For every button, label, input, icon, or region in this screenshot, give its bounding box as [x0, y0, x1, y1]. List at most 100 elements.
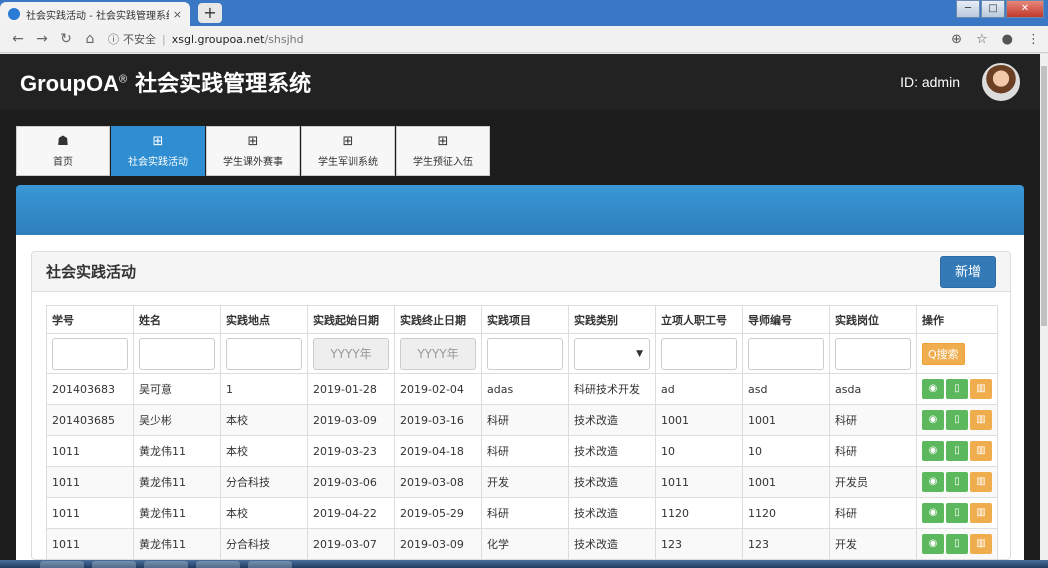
taskbar-item[interactable] [144, 561, 188, 568]
taskbar-item[interactable] [40, 561, 84, 568]
url-field[interactable]: ⓘ 不安全 | xsgl.groupoa.net /shsjhd [108, 31, 937, 47]
search-button[interactable]: Q搜索 [922, 342, 965, 365]
column-header: 立项人职工号 [655, 305, 743, 334]
os-taskbar [0, 560, 1048, 568]
column-header: 实践起始日期 [307, 305, 395, 334]
filter-category-select[interactable]: ▼ [574, 337, 650, 370]
forward-icon[interactable]: → [32, 31, 52, 47]
delete-trash-icon[interactable]: ▥ [970, 410, 992, 430]
tab-military-training[interactable]: ⊞ 学生军训系统 [301, 126, 395, 176]
tab-label: 学生军训系统 [318, 157, 378, 168]
delete-trash-icon[interactable]: ▥ [970, 534, 992, 554]
table-cell: 本校 [220, 497, 308, 529]
minimize-icon[interactable]: ─ [956, 0, 980, 18]
brand-logo[interactable]: GroupOA® 社会实践管理系统 [20, 66, 311, 98]
table-cell: 2019-02-04 [394, 373, 482, 405]
back-icon[interactable]: ← [8, 31, 28, 47]
table-cell: 技术改造 [568, 404, 656, 436]
taskbar-item[interactable] [92, 561, 136, 568]
delete-trash-icon[interactable]: ▥ [970, 503, 992, 523]
filter-initiator-input[interactable] [661, 337, 737, 370]
row-actions: ◉ ▯ ▥ [916, 528, 998, 559]
avatar[interactable] [982, 63, 1020, 101]
tab-social-practice[interactable]: ⊞ 社会实践活动 [111, 126, 205, 176]
filter-end-date-input[interactable]: YYYY年 [400, 337, 476, 370]
window-close-icon[interactable]: ✕ [1006, 0, 1044, 18]
delete-trash-icon[interactable]: ▥ [970, 379, 992, 399]
table-cell: 1001 [742, 404, 830, 436]
grid-icon: ⊞ [437, 134, 449, 149]
filter-name-input[interactable] [139, 337, 215, 370]
browser-tab[interactable]: 社会实践活动 - 社会实践管理系统 × [0, 2, 190, 26]
main-content: 社会实践活动 新增 学号 姓名 实践地点 实践起始日期 实践终止日期 实践项目 … [16, 235, 1024, 560]
add-button[interactable]: 新增 [939, 255, 996, 288]
table-row: 1011 黄龙伟11 分合科技 2019-03-06 2019-03-08 开发 技术改造 1… [46, 466, 998, 498]
taskbar-item[interactable] [248, 561, 292, 568]
table-cell: 本校 [220, 404, 308, 436]
maximize-icon[interactable]: □ [981, 0, 1005, 18]
edit-document-icon[interactable]: ▯ [946, 410, 968, 430]
view-eye-icon[interactable]: ◉ [922, 503, 944, 523]
table-row: 1011 黄龙伟11 分合科技 2019-03-07 2019-03-09 化学 技术改造 1… [46, 528, 998, 559]
filter-student-id-input[interactable] [52, 337, 128, 370]
url-separator: | [162, 32, 166, 46]
new-tab-button[interactable]: + [198, 3, 222, 23]
edit-document-icon[interactable]: ▯ [946, 503, 968, 523]
close-tab-icon[interactable]: × [173, 8, 182, 21]
edit-document-icon[interactable]: ▯ [946, 441, 968, 461]
table-cell: 1001 [742, 466, 830, 498]
home-icon[interactable]: ⌂ [80, 31, 100, 47]
info-icon[interactable]: ⓘ [108, 31, 119, 47]
tab-label: 首页 [53, 157, 73, 168]
table-cell: 2019-03-06 [307, 466, 395, 498]
vertical-scrollbar[interactable] [1040, 54, 1048, 560]
filter-position-input[interactable] [835, 337, 911, 370]
table-cell: 123 [655, 528, 743, 559]
filter-advisor-input[interactable] [748, 337, 824, 370]
panel-header: 社会实践活动 新增 [32, 252, 1010, 292]
table-cell: 黄龙伟11 [133, 466, 221, 498]
table-cell: 科研 [829, 404, 917, 436]
table-header-row: 学号 姓名 实践地点 实践起始日期 实践终止日期 实践项目 实践类别 立项人职工… [46, 305, 998, 334]
edit-document-icon[interactable]: ▯ [946, 534, 968, 554]
filter-project-input[interactable] [487, 337, 563, 370]
page-title: 社会实践活动 [46, 263, 137, 281]
scrollbar-thumb[interactable] [1041, 66, 1047, 326]
filter-start-date-input[interactable]: YYYY年 [313, 337, 389, 370]
edit-document-icon[interactable]: ▯ [946, 379, 968, 399]
zoom-icon[interactable]: ⊕ [951, 32, 962, 47]
profile-icon[interactable]: ● [1002, 32, 1013, 47]
table-cell: ad [655, 373, 743, 405]
view-eye-icon[interactable]: ◉ [922, 472, 944, 492]
table-cell: 123 [742, 528, 830, 559]
delete-trash-icon[interactable]: ▥ [970, 472, 992, 492]
filter-location-input[interactable] [226, 337, 302, 370]
tab-enlistment[interactable]: ⊞ 学生预征入伍 [396, 126, 490, 176]
reload-icon[interactable]: ↻ [56, 31, 76, 47]
column-header: 实践岗位 [829, 305, 917, 334]
menu-icon[interactable]: ⋮ [1027, 32, 1040, 47]
row-actions: ◉ ▯ ▥ [916, 404, 998, 436]
user-id: ID: admin [900, 74, 960, 90]
view-eye-icon[interactable]: ◉ [922, 441, 944, 461]
tab-competitions[interactable]: ⊞ 学生课外赛事 [206, 126, 300, 176]
table-cell: 化学 [481, 528, 569, 559]
column-header: 学号 [46, 305, 134, 334]
view-eye-icon[interactable]: ◉ [922, 410, 944, 430]
delete-trash-icon[interactable]: ▥ [970, 441, 992, 461]
bookmark-star-icon[interactable]: ☆ [976, 32, 988, 47]
table-cell: 开发员 [829, 466, 917, 498]
tab-home[interactable]: ☗ 首页 [16, 126, 110, 176]
table-cell: 2019-01-28 [307, 373, 395, 405]
row-actions: ◉ ▯ ▥ [916, 373, 998, 405]
view-eye-icon[interactable]: ◉ [922, 379, 944, 399]
view-eye-icon[interactable]: ◉ [922, 534, 944, 554]
system-name: 社会实践管理系统 [135, 71, 312, 96]
table-cell: 2019-03-16 [394, 404, 482, 436]
table-cell: 2019-03-09 [307, 404, 395, 436]
table-cell: 吴可意 [133, 373, 221, 405]
edit-document-icon[interactable]: ▯ [946, 472, 968, 492]
taskbar-item[interactable] [196, 561, 240, 568]
table-cell: 黄龙伟11 [133, 497, 221, 529]
table-cell: 技术改造 [568, 528, 656, 559]
